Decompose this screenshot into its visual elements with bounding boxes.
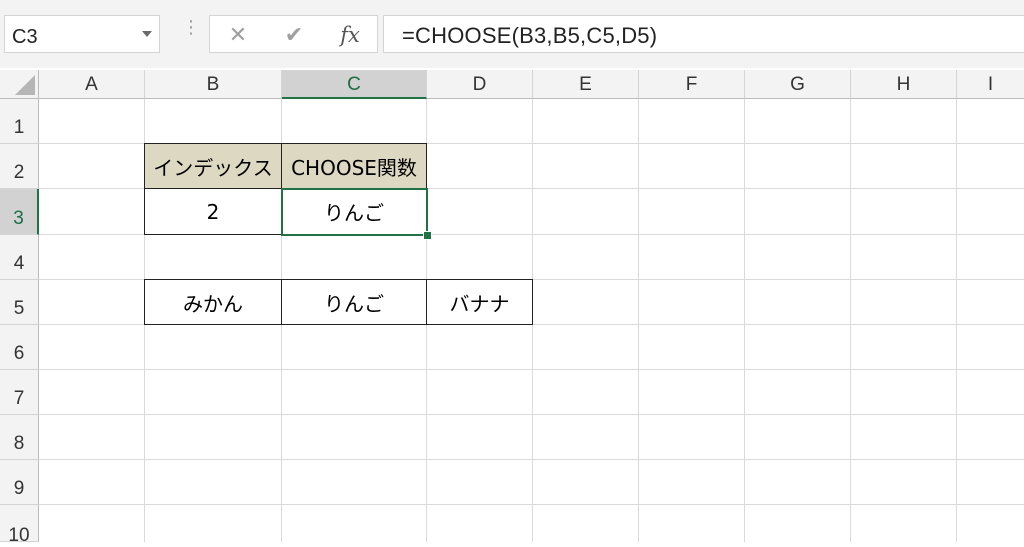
gridline [638, 99, 639, 542]
insert-function-icon[interactable]: fx [336, 22, 364, 48]
gridline [850, 99, 851, 542]
cancel-icon[interactable]: ✕ [224, 22, 252, 48]
row-header-1[interactable]: 1 [0, 99, 39, 144]
column-header-b[interactable]: B [145, 70, 282, 99]
formula-input[interactable]: =CHOOSE(B3,B5,C5,D5) [383, 15, 1024, 53]
cell-c3[interactable]: りんご [281, 188, 427, 235]
row-number: 7 [13, 388, 25, 409]
row-header-5[interactable]: 5 [0, 280, 39, 325]
row-header-6[interactable]: 6 [0, 325, 39, 370]
formula-buttons: ✕ ✔ fx [209, 15, 378, 53]
row-header-8[interactable]: 8 [0, 415, 39, 460]
column-header-g[interactable]: G [745, 70, 851, 99]
column-header-c[interactable]: C [282, 70, 427, 99]
cell-b3[interactable]: 2 [144, 188, 282, 235]
formula-bar: C3 ⋮ ✕ ✔ fx =CHOOSE(B3,B5,C5,D5) [0, 0, 1024, 68]
cell-b5[interactable]: みかん [144, 279, 282, 325]
spreadsheet-grid: A B C D E F G H I 1 2 3 4 5 6 7 8 9 10 イ… [0, 70, 1024, 546]
row-number: 10 [8, 525, 30, 546]
column-header-a[interactable]: A [39, 70, 145, 99]
row-header-2[interactable]: 2 [0, 144, 39, 189]
row-number: 5 [13, 298, 25, 319]
name-box-value: C3 [12, 26, 38, 48]
gridline [39, 414, 1024, 415]
gridline [39, 459, 1024, 460]
gridline [956, 99, 957, 542]
cell-c2[interactable]: CHOOSE関数 [281, 143, 427, 189]
select-all-button[interactable] [0, 70, 39, 99]
formula-text: =CHOOSE(B3,B5,C5,D5) [402, 23, 658, 48]
gridline [744, 99, 745, 542]
row-header-10[interactable]: 10 [0, 505, 39, 546]
fill-handle[interactable] [423, 231, 432, 240]
cell-b2[interactable]: インデックス [144, 143, 282, 189]
row-header-7[interactable]: 7 [0, 370, 39, 415]
column-header-e[interactable]: E [533, 70, 639, 99]
row-number: 1 [13, 117, 25, 138]
cell-c5[interactable]: りんご [281, 279, 427, 325]
chevron-down-icon[interactable] [142, 31, 152, 37]
column-header-h[interactable]: H [851, 70, 957, 99]
cell-d5[interactable]: バナナ [426, 279, 533, 325]
enter-icon[interactable]: ✔ [280, 22, 308, 48]
grip-icon[interactable]: ⋮ [182, 18, 200, 36]
row-number: 6 [13, 343, 25, 364]
column-header-f[interactable]: F [639, 70, 745, 99]
name-box[interactable]: C3 [4, 15, 160, 53]
row-number: 2 [13, 162, 25, 183]
row-number: 4 [13, 253, 25, 274]
row-header-3[interactable]: 3 [0, 189, 39, 235]
column-header-i[interactable]: I [957, 70, 1024, 99]
row-header-9[interactable]: 9 [0, 460, 39, 505]
column-header-d[interactable]: D [427, 70, 533, 99]
gridline [39, 369, 1024, 370]
select-all-icon [15, 75, 35, 95]
row-header-4[interactable]: 4 [0, 235, 39, 280]
row-number: 8 [13, 433, 25, 454]
row-number: 3 [13, 208, 24, 229]
gridline [39, 504, 1024, 505]
row-number: 9 [13, 478, 25, 499]
